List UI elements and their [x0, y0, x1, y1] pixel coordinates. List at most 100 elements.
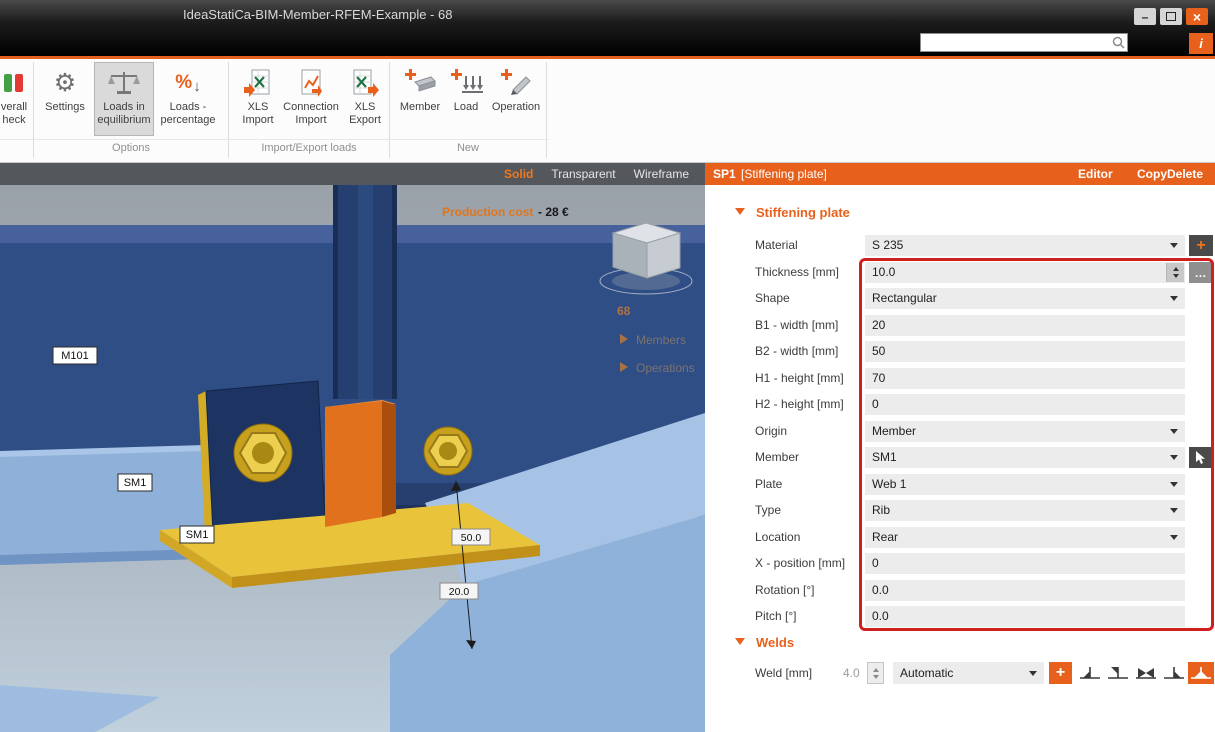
x-position-input[interactable]: 0 [865, 553, 1185, 574]
minimize-button[interactable]: – [1134, 8, 1156, 25]
property-row-rotation: Rotation [°] 0.0 [705, 580, 1215, 601]
close-button[interactable]: × [1186, 8, 1208, 25]
weld-double-bevel-icon [1135, 665, 1157, 681]
chevron-down-icon [1170, 508, 1178, 513]
new-operation-button[interactable]: Operation [487, 62, 545, 136]
editor-button[interactable]: Editor [1078, 167, 1113, 181]
weld-mode-select[interactable]: Automatic [893, 662, 1044, 684]
search-input[interactable] [923, 34, 1111, 51]
origin-select[interactable]: Member [865, 421, 1185, 442]
rotation-input[interactable]: 0.0 [865, 580, 1185, 601]
group-separator [228, 62, 229, 158]
tree-root: 68 [617, 304, 631, 318]
loads-percentage-button[interactable]: %↓ Loads - percentage [156, 62, 220, 136]
weld-double-fillet-button[interactable] [1188, 662, 1214, 684]
weld-fillet-button[interactable] [1105, 662, 1131, 684]
weld-size-spinner[interactable] [867, 662, 884, 684]
maximize-icon [1166, 12, 1176, 21]
property-row-b2: B2 - width [mm] 50 [705, 341, 1215, 362]
svg-text:SM1: SM1 [124, 477, 147, 489]
property-row-origin: Origin Member [705, 421, 1215, 442]
type-select[interactable]: Rib [865, 500, 1185, 521]
chevron-down-icon [1170, 296, 1178, 301]
navigation-cube[interactable] [600, 223, 692, 294]
xls-export-button[interactable]: XLS Export [344, 62, 386, 136]
thickness-detail-button[interactable]: … [1189, 262, 1213, 283]
weld-size-value: 4.0 [843, 666, 860, 680]
thickness-input[interactable]: 10.0 [865, 262, 1185, 283]
member-select[interactable]: SM1 [865, 447, 1185, 468]
new-load-button[interactable]: Load [446, 62, 486, 136]
chevron-down-icon [735, 208, 745, 215]
view-mode-bar: Solid Transparent Wireframe [0, 163, 705, 185]
h1-height-input[interactable]: 70 [865, 368, 1185, 389]
property-row-type: Type Rib [705, 500, 1215, 521]
properties-panel: SP1 [Stiffening plate] Editor Copy Delet… [705, 163, 1215, 732]
chevron-down-icon [1170, 243, 1178, 248]
member-label-sm1-lower[interactable]: SM1 [180, 526, 214, 543]
material-select[interactable]: S 235 [865, 235, 1185, 256]
property-row-shape: Shape Rectangular [705, 288, 1215, 309]
mode-transparent[interactable]: Transparent [551, 167, 615, 181]
gear-icon: ⚙ [54, 65, 76, 101]
plate-select[interactable]: Web 1 [865, 474, 1185, 495]
overall-check-button[interactable]: verall heck [0, 62, 42, 136]
group-label-new: New [391, 142, 545, 154]
highlight-outline [859, 258, 1214, 631]
weld-butt-button[interactable] [1077, 662, 1103, 684]
mode-wireframe[interactable]: Wireframe [634, 167, 689, 181]
3d-viewport[interactable]: 50.0 20.0 M101 SM1 SM1 [0, 185, 705, 732]
pitch-input[interactable]: 0.0 [865, 606, 1185, 627]
chevron-down-icon [1029, 671, 1037, 676]
info-button[interactable]: i [1189, 33, 1213, 54]
weld-double-bevel-button[interactable] [1133, 662, 1159, 684]
bolt-left[interactable] [234, 424, 292, 482]
plus-icon: + [1056, 665, 1065, 681]
section-welds[interactable]: Welds [735, 635, 794, 650]
connection-import-button[interactable]: Connection Import [279, 62, 343, 136]
chevron-down-icon [1170, 482, 1178, 487]
ribbon-toolbar: verall heck ⚙ Settings Loads in equilibr… [0, 59, 1215, 163]
cursor-arrow-icon [1195, 451, 1207, 465]
group-separator [546, 62, 547, 158]
column-member[interactable] [333, 185, 397, 399]
group-separator [389, 62, 390, 158]
property-row-pitch: Pitch [°] 0.0 [705, 606, 1215, 627]
settings-button[interactable]: ⚙ Settings [42, 62, 88, 136]
xls-import-button[interactable]: XLS Import [237, 62, 279, 136]
loads-in-equilibrium-button[interactable]: Loads in equilibrium [94, 62, 154, 136]
b1-width-input[interactable]: 20 [865, 315, 1185, 336]
plus-icon: + [1196, 238, 1205, 254]
location-select[interactable]: Rear [865, 527, 1185, 548]
mode-solid[interactable]: Solid [504, 167, 533, 181]
add-material-button[interactable]: + [1189, 235, 1213, 256]
property-row-location: Location Rear [705, 527, 1215, 548]
thickness-spinner[interactable] [1166, 263, 1184, 282]
panel-header: SP1 [Stiffening plate] Editor Copy Delet… [705, 163, 1215, 185]
pick-member-button[interactable] [1189, 447, 1213, 468]
chevron-down-icon [1170, 455, 1178, 460]
item-id: SP1 [713, 167, 736, 181]
add-weld-button[interactable]: + [1049, 662, 1072, 684]
weld-bevel-button[interactable] [1161, 662, 1187, 684]
viewport-container: Solid Transparent Wireframe [0, 163, 705, 732]
b2-width-input[interactable]: 50 [865, 341, 1185, 362]
delete-button[interactable]: Delete [1167, 167, 1203, 181]
member-label-sm1[interactable]: SM1 [118, 474, 152, 491]
svg-text:M101: M101 [61, 350, 89, 362]
new-member-button[interactable]: Member [395, 62, 445, 136]
bolt-right[interactable] [424, 427, 472, 475]
section-stiffening-plate[interactable]: Stiffening plate [735, 205, 850, 220]
member-label-m101[interactable]: M101 [53, 347, 97, 364]
maximize-button[interactable] [1160, 8, 1182, 25]
search-icon [1112, 36, 1125, 49]
h2-height-input[interactable]: 0 [865, 394, 1185, 415]
property-row-thickness: Thickness [mm] 10.0 … [705, 262, 1215, 283]
shape-select[interactable]: Rectangular [865, 288, 1185, 309]
property-row-material: Material S 235 + [705, 235, 1215, 256]
svg-text:SM1: SM1 [186, 529, 209, 541]
copy-button[interactable]: Copy [1137, 167, 1167, 181]
property-row-b1: B1 - width [mm] 20 [705, 315, 1215, 336]
window-title: IdeaStatiCa-BIM-Member-RFEM-Example - 68 [183, 7, 452, 22]
stiffening-plate-3d[interactable] [325, 400, 396, 527]
